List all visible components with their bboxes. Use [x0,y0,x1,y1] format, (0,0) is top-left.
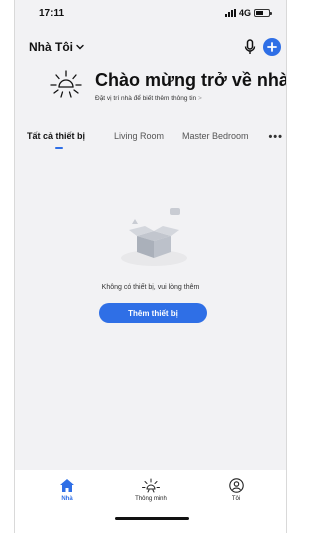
nav-smart[interactable]: Thông minh [121,478,181,502]
nav-profile-label: Tôi [231,496,241,502]
weather-sun-icon [50,70,82,98]
chevron-right-icon: > [197,95,202,102]
welcome-title: Chào mừng trở về nhà [95,70,287,90]
set-location-link[interactable]: Đặt vị trí nhà để biết thêm thông tin > [95,95,202,102]
app-screen: 17:11 4G Nhà Tôi Chào mừng trở về nhà Đặ… [14,0,287,533]
home-name: Nhà Tôi [29,40,73,54]
room-tabs: Tất cả thiết bị Living Room Master Bedro… [27,131,283,155]
add-device-button[interactable]: Thêm thiết bị [99,303,207,323]
welcome-subtitle: Đặt vị trí nhà để biết thêm thông tin [95,95,197,102]
nav-home-label: Nhà [61,496,73,502]
empty-state-message: Không có thiết bị, vui lòng thêm [101,284,200,291]
home-indicator [115,517,189,520]
nav-home[interactable]: Nhà [37,478,97,502]
nav-smart-label: Thông minh [135,496,167,502]
tab-all-devices[interactable]: Tất cả thiết bị [27,131,85,141]
bottom-nav: Nhà Thông minh Tôi [15,470,286,533]
add-icon[interactable] [263,38,281,56]
chevron-down-icon [76,44,84,50]
tab-living-room[interactable]: Living Room [114,131,164,141]
home-icon [60,479,74,492]
battery-icon [254,9,272,17]
active-tab-indicator [55,147,63,149]
network-label: 4G [238,8,251,18]
more-icon[interactable]: ••• [268,131,283,143]
home-selector[interactable]: Nhà Tôi [29,40,84,54]
profile-icon [228,478,244,493]
tab-master-bedroom[interactable]: Master Bedroom [182,131,249,141]
smart-sun-icon [142,478,160,493]
status-time: 17:11 [39,8,65,19]
status-indicators: 4G [224,8,272,18]
status-bar: 17:11 4G [15,0,286,30]
microphone-icon[interactable] [243,39,257,55]
empty-box-icon [121,208,187,266]
nav-profile[interactable]: Tôi [206,478,266,502]
signal-icon [224,9,236,17]
